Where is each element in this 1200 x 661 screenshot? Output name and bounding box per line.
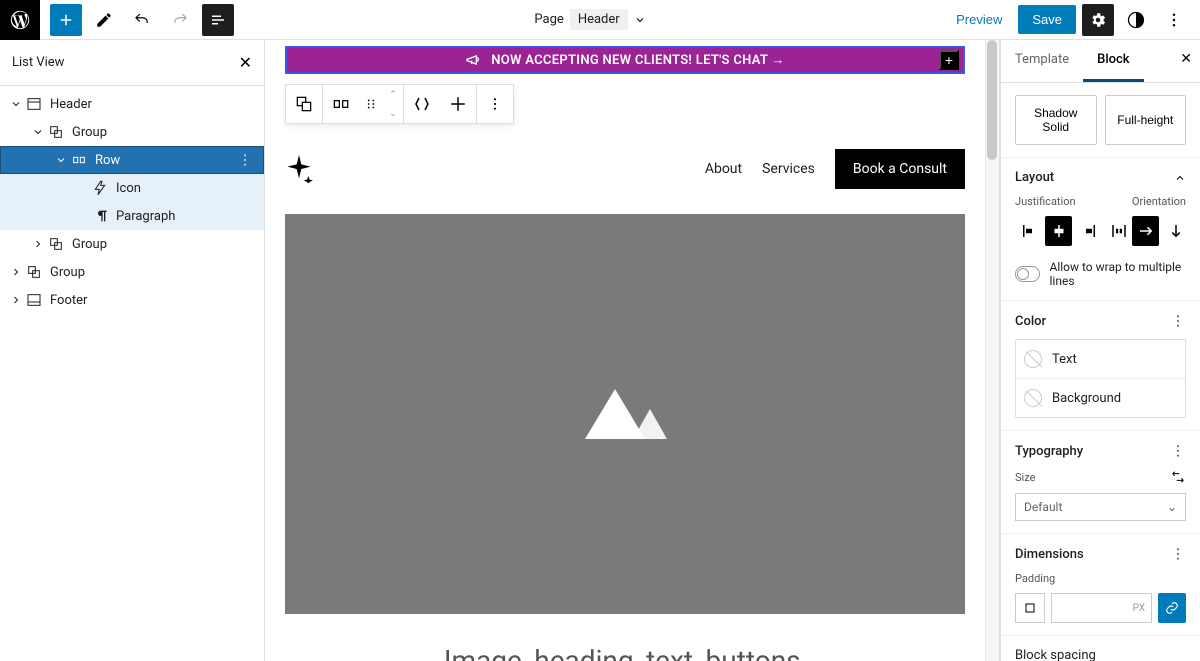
sidebar-close-button[interactable]: ✕ (1180, 50, 1192, 67)
template-name: Header (570, 9, 628, 30)
justify-left-button[interactable] (1015, 216, 1042, 246)
padding-label: Padding (1015, 572, 1186, 585)
style-fullheight-button[interactable]: Full-height (1105, 95, 1187, 145)
promo-banner[interactable]: NOW ACCEPTING NEW CLIENTS! LET'S CHAT → (285, 46, 965, 74)
page-label: Page (534, 12, 563, 27)
align-button[interactable] (440, 85, 476, 123)
megaphone-icon (465, 52, 481, 68)
drag-handle[interactable] (359, 85, 383, 123)
justify-space-button[interactable] (1105, 216, 1132, 246)
listview-item-icon[interactable]: Icon (0, 174, 264, 202)
mountain-icon (575, 379, 675, 449)
padding-link-button[interactable] (1158, 593, 1186, 623)
listview-title: List View (12, 55, 64, 70)
document-title[interactable]: Page Header (234, 9, 946, 30)
empty-swatch-icon (1024, 350, 1042, 368)
listview-item-group[interactable]: Group (0, 230, 264, 258)
preview-button[interactable]: Preview (946, 6, 1012, 33)
empty-swatch-icon (1024, 389, 1042, 407)
size-custom-icon[interactable] (1170, 469, 1186, 485)
chevron-up-icon[interactable] (1174, 172, 1186, 184)
listview-item-row[interactable]: Row (0, 146, 264, 174)
color-text-button[interactable]: Text (1016, 340, 1185, 379)
editor-canvas[interactable]: NOW ACCEPTING NEW CLIENTS! LET'S CHAT → … (265, 40, 1000, 661)
redo-button[interactable] (164, 4, 196, 36)
dimensions-options-icon[interactable] (1170, 546, 1186, 562)
listview-toggle-button[interactable] (202, 4, 234, 36)
row-icon-button[interactable] (323, 85, 359, 123)
color-section-title: Color (1015, 314, 1046, 329)
add-block-button[interactable] (50, 4, 82, 36)
chevron-down-icon (634, 14, 646, 26)
justify-right-button[interactable] (1075, 216, 1102, 246)
size-label: Size (1015, 471, 1035, 484)
orientation-vertical-button[interactable] (1162, 216, 1189, 246)
listview-item-group[interactable]: Group (0, 258, 264, 286)
styles-button[interactable] (1120, 4, 1152, 36)
tab-template[interactable]: Template (1001, 40, 1083, 82)
dimensions-section-title: Dimensions (1015, 547, 1084, 562)
justify-button[interactable] (404, 85, 440, 123)
listview-close-button[interactable]: ✕ (239, 53, 252, 73)
typography-options-icon[interactable] (1170, 443, 1186, 459)
settings-button[interactable] (1082, 4, 1114, 36)
hero-image-placeholder[interactable] (285, 214, 965, 614)
wrap-toggle[interactable] (1015, 266, 1040, 282)
listview-item-header[interactable]: Header (0, 90, 264, 118)
site-nav: About Services Book a Consult (285, 134, 965, 204)
listview-item-paragraph[interactable]: Paragraph (0, 202, 264, 230)
listview-item-footer[interactable]: Footer (0, 286, 264, 314)
padding-sides-button[interactable] (1015, 593, 1045, 623)
edit-mode-button[interactable] (88, 4, 120, 36)
settings-sidebar: Template Block ✕ Shadow Solid Full-heigh… (1000, 40, 1200, 661)
justify-center-button[interactable] (1045, 216, 1072, 246)
style-shadow-button[interactable]: Shadow Solid (1015, 95, 1097, 145)
block-toolbar: ⌃⌄ (285, 84, 514, 124)
typography-section-title: Typography (1015, 444, 1083, 459)
save-button[interactable]: Save (1018, 5, 1076, 34)
block-options-button[interactable] (477, 85, 513, 123)
list-view-panel: List View ✕ HeaderGroupRowIconParagraphG… (0, 40, 265, 661)
undo-button[interactable] (126, 4, 158, 36)
padding-input[interactable]: PX (1051, 593, 1152, 623)
nav-services[interactable]: Services (762, 161, 815, 177)
nav-about[interactable]: About (705, 161, 742, 177)
promo-text: NOW ACCEPTING NEW CLIENTS! LET'S CHAT → (491, 52, 784, 68)
orientation-label: Orientation (1132, 195, 1186, 208)
layout-section-title: Layout (1015, 170, 1054, 185)
chevron-down-icon: ⌄ (1167, 500, 1177, 514)
color-background-button[interactable]: Background (1016, 379, 1185, 417)
move-up-button[interactable]: ⌃ (383, 85, 403, 104)
move-down-button[interactable]: ⌄ (383, 104, 403, 123)
block-type-button[interactable] (286, 85, 322, 123)
font-size-select[interactable]: Default⌄ (1015, 493, 1186, 521)
color-options-icon[interactable] (1170, 313, 1186, 329)
justification-label: Justification (1015, 195, 1076, 208)
insert-block-button[interactable]: + (939, 50, 959, 70)
listview-item-group[interactable]: Group (0, 118, 264, 146)
nav-cta-button[interactable]: Book a Consult (835, 149, 965, 189)
wrap-label: Allow to wrap to multiple lines (1050, 260, 1187, 288)
site-logo-icon (285, 155, 313, 183)
more-options-button[interactable] (1158, 4, 1190, 36)
canvas-scrollbar[interactable] (985, 40, 999, 661)
orientation-horizontal-button[interactable] (1132, 216, 1159, 246)
blockspacing-label: Block spacing (1015, 648, 1186, 661)
wordpress-logo[interactable] (0, 0, 40, 40)
tab-block[interactable]: Block (1083, 40, 1143, 82)
hero-caption: Image, heading, text, buttons, (285, 644, 965, 661)
